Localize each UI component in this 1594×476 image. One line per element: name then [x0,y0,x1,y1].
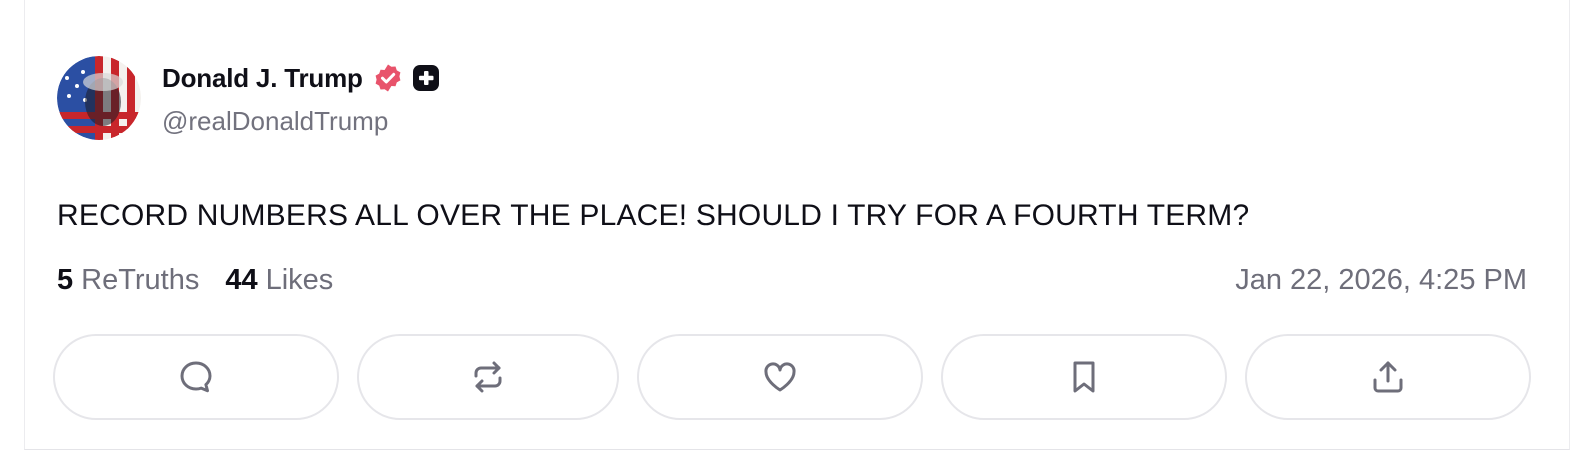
share-upload-icon [1373,361,1403,393]
author-display-name[interactable]: Donald J. Trump [162,63,363,94]
heart-icon [764,362,796,392]
post-timestamp[interactable]: Jan 22, 2026, 4:25 PM [1235,264,1527,297]
retruths-stat[interactable]: 5 ReTruths [57,264,199,297]
post-text: RECORD NUMBERS ALL OVER THE PLACE! SHOUL… [57,199,1250,232]
author-handle[interactable]: @realDonaldTrump [162,106,388,137]
retruth-button[interactable] [357,334,619,420]
share-button[interactable] [1245,334,1531,420]
plus-subscriber-icon [411,63,441,93]
post-card: Donald J. Trump @realDonaldTrump RECORD … [24,0,1570,450]
author-name-row: Donald J. Trump [162,60,441,96]
bookmark-icon [1073,361,1095,393]
repost-arrows-icon [474,361,502,393]
author-avatar[interactable] [57,56,141,140]
reply-button[interactable] [53,334,339,420]
like-button[interactable] [637,334,923,420]
bookmark-button[interactable] [941,334,1227,420]
comment-bubble-icon [180,361,212,393]
likes-count: 44 [225,264,258,296]
retruths-count: 5 [57,264,74,296]
likes-stat[interactable]: 44 Likes [225,264,333,297]
likes-label: Likes [265,264,334,296]
post-stats: 5 ReTruths 44 Likes [57,264,359,297]
retruths-label: ReTruths [81,264,200,296]
verified-badge-icon [373,63,403,93]
avatar-image [57,56,141,140]
